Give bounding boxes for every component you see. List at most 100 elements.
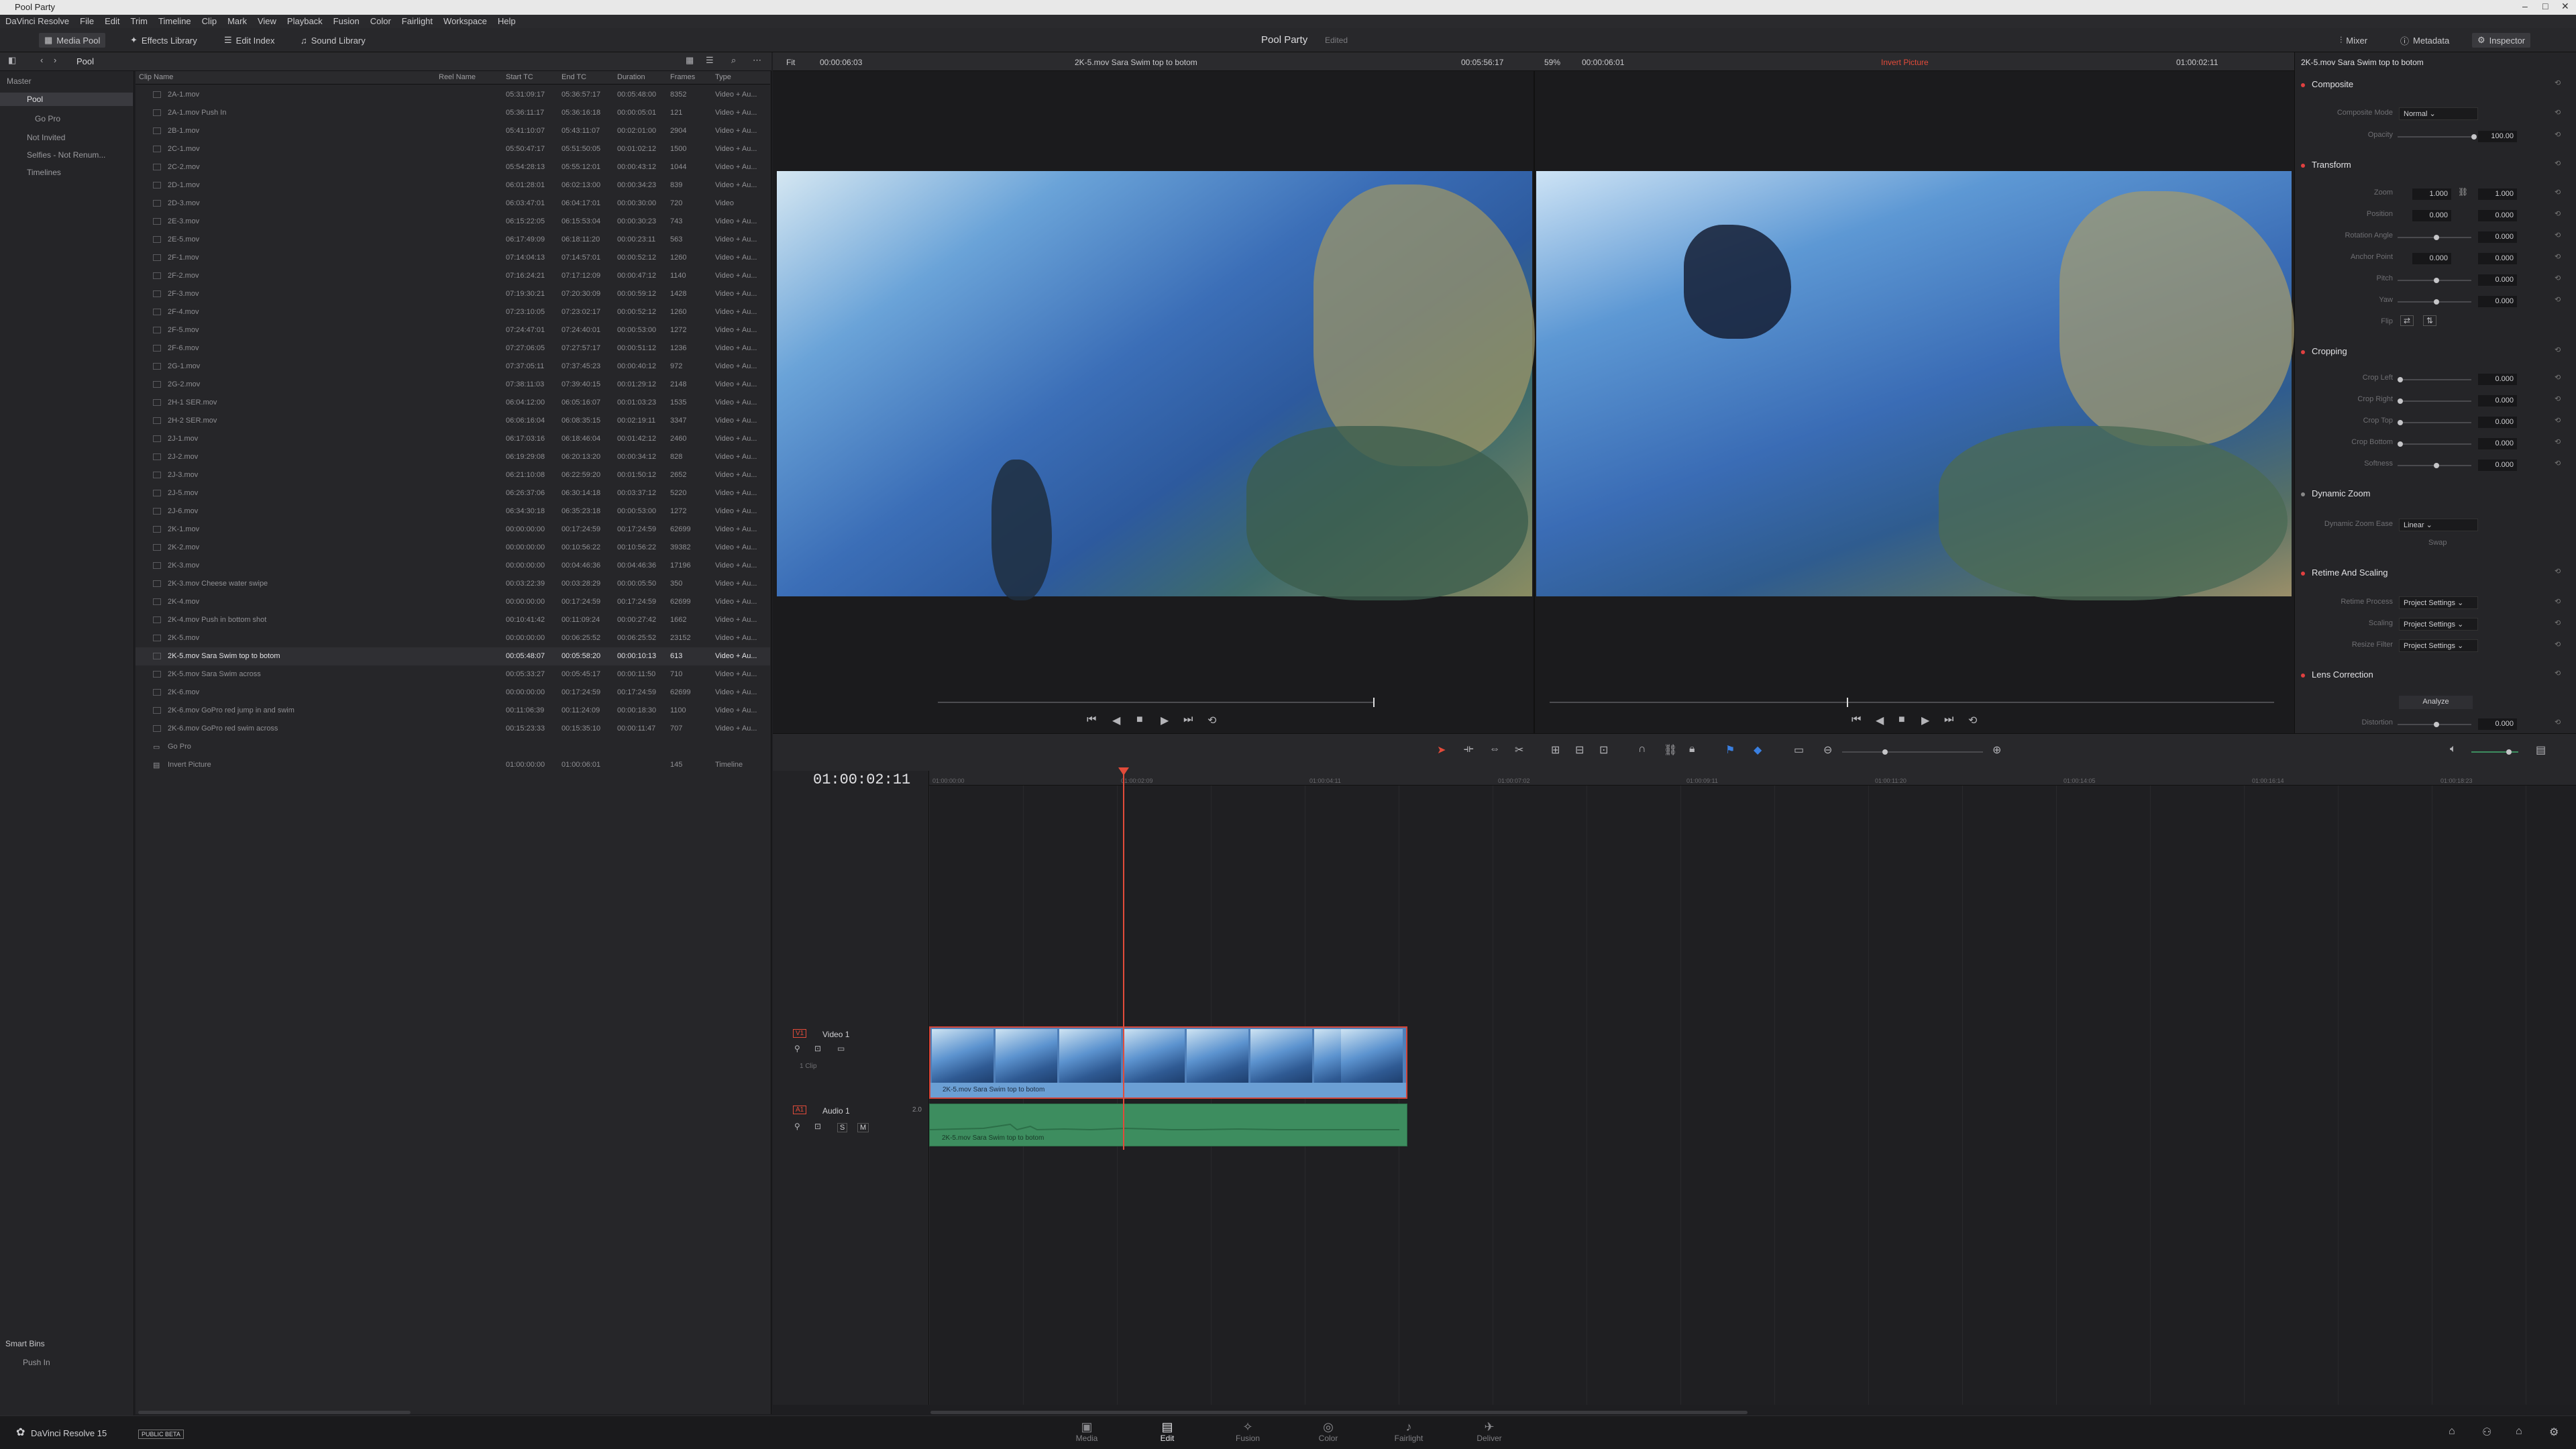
menu-timeline[interactable]: Timeline <box>153 15 197 28</box>
audio-auto-select-icon[interactable]: ⊡ <box>814 1122 821 1131</box>
crop-bottom-slider[interactable] <box>2398 443 2471 445</box>
clip-row[interactable]: 2J-6.mov 06:34:30:18 06:35:23:18 00:00:53:0… <box>136 502 770 521</box>
project-manager-icon[interactable]: ⌂ <box>2449 1426 2455 1438</box>
audio-volume-icon[interactable]: 🔈︎ <box>2450 743 2457 755</box>
page-color[interactable]: ◎ Color <box>1305 1420 1352 1443</box>
pitch-slider-knob[interactable] <box>2434 278 2439 283</box>
reset-icon[interactable]: ⟲ <box>2555 188 2561 197</box>
zoom-y-value[interactable]: 1.000 <box>2478 189 2517 200</box>
program-viewer[interactable] <box>1536 171 2294 600</box>
reset-icon[interactable]: ⟲ <box>2555 394 2561 403</box>
volume-knob[interactable] <box>2506 749 2512 755</box>
clip-list-scrollbar[interactable] <box>138 1411 411 1414</box>
timeline-ruler[interactable] <box>929 771 2576 786</box>
forward-arrow-icon[interactable]: › <box>54 55 56 65</box>
reset-icon[interactable]: ⟲ <box>2555 640 2561 649</box>
clip-row[interactable]: 2C-2.mov 05:54:28:13 05:55:12:01 00:00:43:1… <box>136 158 770 176</box>
program-scrubber[interactable] <box>1550 702 2274 703</box>
opacity-slider-knob[interactable] <box>2471 134 2477 140</box>
zoom-x-value[interactable]: 1.000 <box>2412 189 2451 200</box>
clip-row[interactable]: 2C-1.mov 05:50:47:17 05:51:50:05 00:01:02:1… <box>136 140 770 158</box>
folder-row[interactable]: ▭ Go Pro <box>136 738 770 756</box>
lock-icon[interactable]: 🔒︎ <box>1689 743 1695 755</box>
section-enable-icon[interactable] <box>2301 492 2305 496</box>
clip-row[interactable]: 2K-5.mov Sara Swim across 00:05:33:27 00:0… <box>136 665 770 684</box>
fit-dropdown[interactable]: Fit <box>786 58 795 67</box>
source-scrubber[interactable] <box>938 702 1374 703</box>
prg-first-frame-icon[interactable]: ⏮ <box>1851 714 1861 726</box>
clip-row[interactable]: 2F-1.mov 07:14:04:13 07:14:57:01 00:00:52:1… <box>136 249 770 267</box>
bin-not-invited[interactable]: Not Invited <box>27 133 65 142</box>
selection-tool-icon[interactable]: ➤ <box>1437 743 1446 757</box>
clip-row[interactable]: 2F-6.mov 07:27:06:05 07:27:57:17 00:00:51:1… <box>136 339 770 358</box>
bin-gopro[interactable]: Go Pro <box>35 114 60 123</box>
section-enable-icon[interactable] <box>2301 673 2305 678</box>
video-clip[interactable]: 2K-5.mov Sara Swim top to botom <box>929 1026 1407 1099</box>
crop-bottom-slider-knob[interactable] <box>2398 441 2403 447</box>
video-visibility-icon[interactable]: ▭ <box>837 1044 845 1053</box>
prg-reverse-icon[interactable]: ◀ <box>1876 714 1884 727</box>
search-icon[interactable]: ⌕ <box>731 55 736 66</box>
reset-icon[interactable]: ⟲ <box>2555 130 2561 139</box>
program-timeline-name[interactable]: Invert Picture <box>1881 58 1929 67</box>
distortion-value[interactable]: 0.000 <box>2478 718 2517 730</box>
clip-row[interactable]: 2F-3.mov 07:19:30:21 07:20:30:09 00:00:59:1… <box>136 285 770 303</box>
clip-row[interactable]: 2G-2.mov 07:38:11:03 07:39:40:15 00:01:29:1… <box>136 376 770 394</box>
prg-last-frame-icon[interactable]: ⏭ <box>1944 714 1953 726</box>
crop-right-slider[interactable] <box>2398 400 2471 402</box>
reset-icon[interactable]: ⟲ <box>2555 231 2561 239</box>
rotation-slider-knob[interactable] <box>2434 235 2439 240</box>
section-enable-icon[interactable] <box>2301 83 2305 87</box>
timeline-timecode[interactable]: 01:00:02:11 <box>813 771 910 788</box>
clip-row[interactable]: 2K-6.mov GoPro red jump in and swim 00:11… <box>136 702 770 720</box>
retime-section[interactable]: Retime And Scaling <box>2301 568 2387 578</box>
audio-track-lock-icon[interactable]: ⚲ <box>794 1122 800 1131</box>
replace-clip-icon[interactable]: ⊡ <box>1599 743 1608 757</box>
crop-top-slider-knob[interactable] <box>2398 420 2403 425</box>
source-scrub-head[interactable] <box>1373 698 1375 707</box>
clip-row[interactable]: 2J-3.mov 06:21:10:08 06:22:59:20 00:01:50:1… <box>136 466 770 484</box>
composite-section[interactable]: Composite <box>2301 79 2353 89</box>
sound-library-button[interactable]: ♫ Sound Library <box>295 33 371 48</box>
video-auto-select-icon[interactable]: ⊡ <box>814 1044 821 1053</box>
src-play-icon[interactable]: ▶ <box>1161 714 1169 727</box>
reset-icon[interactable]: ⟲ <box>2555 597 2561 606</box>
source-clip-name[interactable]: 2K-5.mov Sara Swim top to botom <box>1075 58 1197 67</box>
menu-mark[interactable]: Mark <box>222 15 252 28</box>
resize-filter-dropdown[interactable]: Project Settings ⌄ <box>2399 639 2478 652</box>
smart-bin-push-in[interactable]: Push In <box>23 1358 50 1367</box>
clip-row[interactable]: 2K-5.mov 00:00:00:00 00:06:25:52 00:06:25:5… <box>136 629 770 647</box>
retime-process-dropdown[interactable]: Project Settings ⌄ <box>2399 596 2478 609</box>
analyze-button[interactable]: Analyze <box>2399 696 2473 709</box>
clip-row[interactable]: 2K-2.mov 00:00:00:00 00:10:56:22 00:10:56:2… <box>136 539 770 557</box>
crop-left-value[interactable]: 0.000 <box>2478 374 2517 385</box>
pitch-value[interactable]: 0.000 <box>2478 274 2517 286</box>
yaw-value[interactable]: 0.000 <box>2478 296 2517 307</box>
media-pool-button[interactable]: ▦ Media Pool <box>39 33 106 48</box>
crop-right-value[interactable]: 0.000 <box>2478 395 2517 407</box>
playhead-handle-icon[interactable] <box>1118 767 1129 775</box>
prg-play-icon[interactable]: ▶ <box>1921 714 1929 727</box>
clip-row[interactable]: 2G-1.mov 07:37:05:11 07:37:45:23 00:00:40:1… <box>136 358 770 376</box>
section-enable-icon[interactable] <box>2301 350 2305 354</box>
src-reverse-icon[interactable]: ◀ <box>1112 714 1120 727</box>
menu-fairlight[interactable]: Fairlight <box>396 15 438 28</box>
timeline-row[interactable]: ▤ Invert Picture 01:00:00:00 01:00:06:01 145… <box>136 756 770 774</box>
column-type[interactable]: Type <box>715 73 731 81</box>
reset-icon[interactable]: ⟲ <box>2555 416 2561 425</box>
dynamic-zoom-swap-button[interactable]: Swap <box>2428 539 2447 547</box>
reset-icon[interactable]: ⟲ <box>2555 209 2561 218</box>
reset-icon[interactable]: ⟲ <box>2555 295 2561 304</box>
timeline-zoom-knob[interactable] <box>1882 749 1888 755</box>
minimize-icon[interactable]: – <box>2522 1 2528 11</box>
rotation-value[interactable]: 0.000 <box>2478 231 2517 243</box>
bin-selfies[interactable]: Selfies - Not Renum... <box>27 150 105 160</box>
zoom-link-icon[interactable]: ⛓ <box>2458 187 2468 197</box>
menu-help[interactable]: Help <box>492 15 521 28</box>
effects-library-button[interactable]: ✦ Effects Library <box>125 33 203 48</box>
reset-icon[interactable]: ⟲ <box>2555 78 2561 87</box>
clip-row[interactable]: 2J-2.mov 06:19:29:08 06:20:13:20 00:00:34:1… <box>136 448 770 466</box>
audio-mute-button[interactable]: M <box>857 1123 869 1132</box>
clip-row[interactable]: 2B-1.mov 05:41:10:07 05:43:11:07 00:02:01:0… <box>136 122 770 140</box>
clip-row[interactable]: 2K-4.mov Push in bottom shot 00:10:41:42 0… <box>136 611 770 629</box>
